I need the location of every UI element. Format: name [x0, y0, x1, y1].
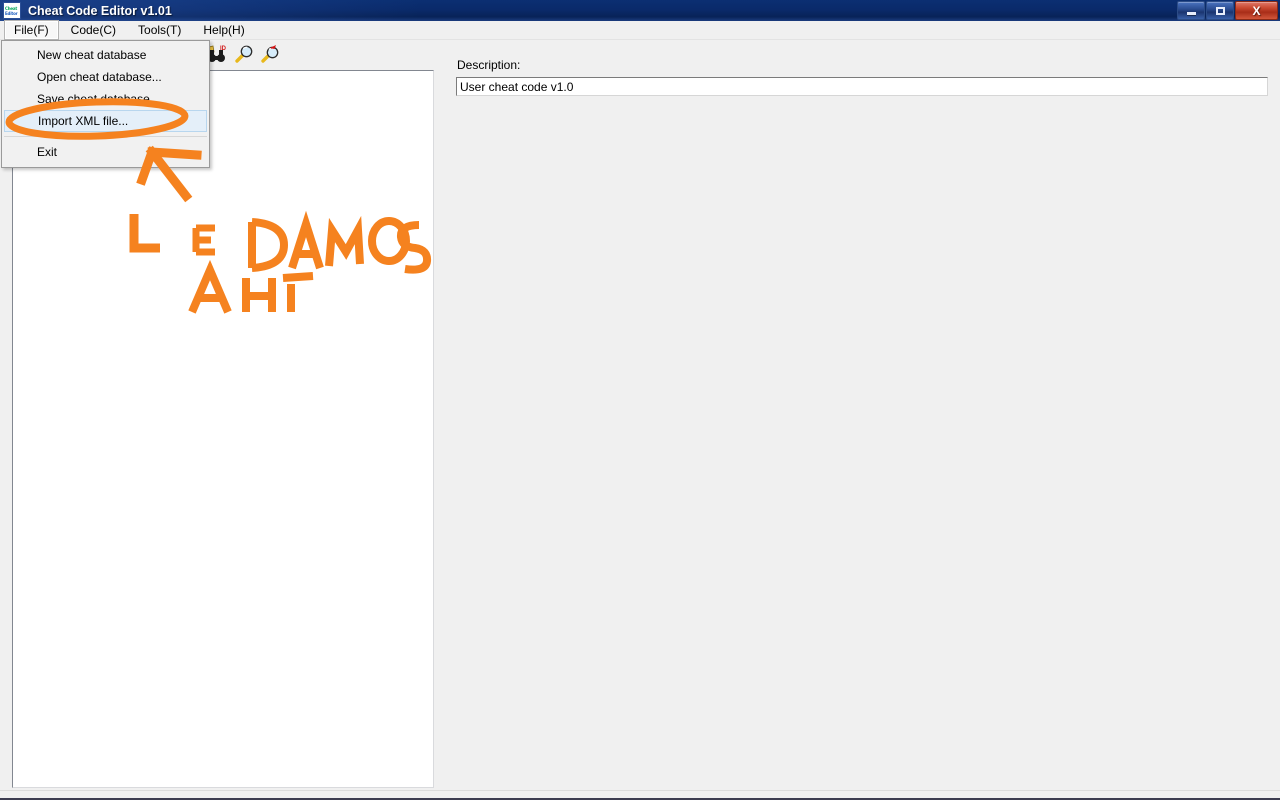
- status-bar: [0, 790, 1280, 800]
- cheat-code-tree[interactable]: [12, 70, 434, 788]
- search-next-button[interactable]: [258, 42, 282, 66]
- restore-button[interactable]: [1206, 1, 1234, 20]
- menu-item-new-cheat-database[interactable]: New cheat database: [4, 44, 207, 66]
- menu-file[interactable]: File(F): [4, 20, 59, 40]
- file-menu-dropdown: New cheat database Open cheat database..…: [1, 40, 210, 168]
- minimize-icon: [1186, 12, 1196, 15]
- app-icon-line-2: Editor: [5, 10, 18, 16]
- search-next-icon: [261, 45, 279, 63]
- description-label: Description:: [457, 58, 521, 72]
- menu-item-import-xml-file[interactable]: Import XML file...: [4, 110, 207, 132]
- menu-help[interactable]: Help(H): [193, 20, 254, 40]
- menu-item-open-cheat-database[interactable]: Open cheat database...: [4, 66, 207, 88]
- menu-tools[interactable]: Tools(T): [128, 20, 191, 40]
- title-bar: Cheat Editor Cheat Code Editor v1.01 X: [0, 0, 1280, 21]
- description-input[interactable]: [456, 77, 1268, 96]
- menu-bar: File(F) Code(C) Tools(T) Help(H): [0, 20, 1280, 40]
- menu-item-save-cheat-database[interactable]: Save cheat database...: [4, 88, 207, 110]
- window-title: Cheat Code Editor v1.01: [28, 3, 172, 18]
- details-panel: Description:: [441, 44, 1280, 788]
- minimize-button[interactable]: [1177, 1, 1205, 20]
- menu-code[interactable]: Code(C): [61, 20, 126, 40]
- restore-icon: [1215, 6, 1225, 15]
- app-icon: Cheat Editor: [3, 2, 21, 19]
- search-icon: [235, 45, 253, 63]
- menu-item-exit[interactable]: Exit: [4, 141, 207, 163]
- application-window: Cheat Editor Cheat Code Editor v1.01 X F…: [0, 0, 1280, 800]
- find-id-binoculars-icon: ID: [208, 45, 227, 62]
- close-icon: X: [1252, 3, 1261, 18]
- svg-text:ID: ID: [220, 46, 227, 52]
- menu-separator: [4, 136, 207, 137]
- close-button[interactable]: X: [1235, 1, 1278, 20]
- search-button[interactable]: [232, 42, 256, 66]
- window-controls: X: [1177, 1, 1278, 20]
